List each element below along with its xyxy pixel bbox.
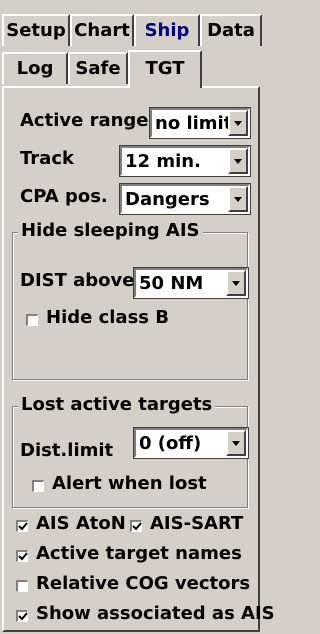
track-value: 12 min.: [125, 151, 201, 172]
relative-cog-checkbox[interactable]: [16, 580, 28, 592]
ais-sart-checkbox[interactable]: [130, 520, 142, 532]
ais-aton-checkbox[interactable]: [16, 520, 28, 532]
tab-ship[interactable]: Ship: [134, 14, 200, 46]
tab-setup[interactable]: Setup: [2, 14, 70, 46]
dist-above-dropdown[interactable]: 50 NM: [133, 267, 249, 299]
hide-sleeping-title: Hide sleeping AIS: [18, 220, 203, 242]
dropdown-arrow-icon[interactable]: [228, 186, 248, 212]
alert-when-lost-checkbox[interactable]: [32, 480, 44, 492]
tab-tgt[interactable]: TGT: [128, 50, 202, 88]
dropdown-arrow-icon[interactable]: [228, 148, 248, 174]
dropdown-arrow-icon[interactable]: [226, 430, 246, 456]
dist-limit-dropdown[interactable]: 0 (off): [133, 427, 249, 459]
checkmark-icon: [18, 522, 28, 531]
hide-class-b-label: Hide class B: [46, 307, 169, 328]
lost-targets-title: Lost active targets: [18, 394, 216, 416]
dropdown-arrow-icon[interactable]: [228, 110, 248, 136]
active-range-label: Active range: [20, 110, 149, 131]
tab-log[interactable]: Log: [2, 52, 68, 84]
ais-sart-label: AIS-SART: [150, 513, 244, 534]
dist-above-value: 50 NM: [139, 273, 204, 294]
cpa-pos-value: Dangers: [125, 189, 210, 210]
dist-limit-label: Dist.limit: [20, 440, 114, 461]
active-range-value: no limit: [155, 113, 233, 134]
checkmark-icon: [18, 612, 28, 621]
cpa-pos-label: CPA pos.: [20, 186, 108, 207]
tab-data[interactable]: Data: [200, 14, 262, 46]
dist-limit-value: 0 (off): [139, 433, 202, 454]
checkmark-icon: [132, 522, 142, 531]
dist-above-label: DIST above: [20, 270, 135, 291]
track-label: Track: [20, 148, 74, 169]
active-target-names-checkbox[interactable]: [16, 550, 28, 562]
tgt-panel: Active range no limit Track 12 min. CPA …: [2, 86, 275, 632]
hide-class-b-checkbox[interactable]: [26, 314, 38, 326]
tab-safe[interactable]: Safe: [68, 52, 128, 84]
active-target-names-label: Active target names: [36, 543, 242, 564]
relative-cog-label: Relative COG vectors: [36, 573, 251, 594]
alert-when-lost-label: Alert when lost: [52, 473, 207, 494]
dropdown-arrow-icon[interactable]: [226, 270, 246, 296]
ais-aton-label: AIS AtoN: [36, 513, 126, 534]
track-dropdown[interactable]: 12 min.: [119, 145, 251, 177]
checkmark-icon: [18, 552, 28, 561]
active-range-dropdown[interactable]: no limit: [149, 107, 251, 139]
hide-sleeping-group: [12, 232, 248, 380]
tab-chart[interactable]: Chart: [70, 14, 134, 46]
show-associated-label: Show associated as AIS: [36, 603, 275, 624]
show-associated-checkbox[interactable]: [16, 610, 28, 622]
cpa-pos-dropdown[interactable]: Dangers: [119, 183, 251, 215]
